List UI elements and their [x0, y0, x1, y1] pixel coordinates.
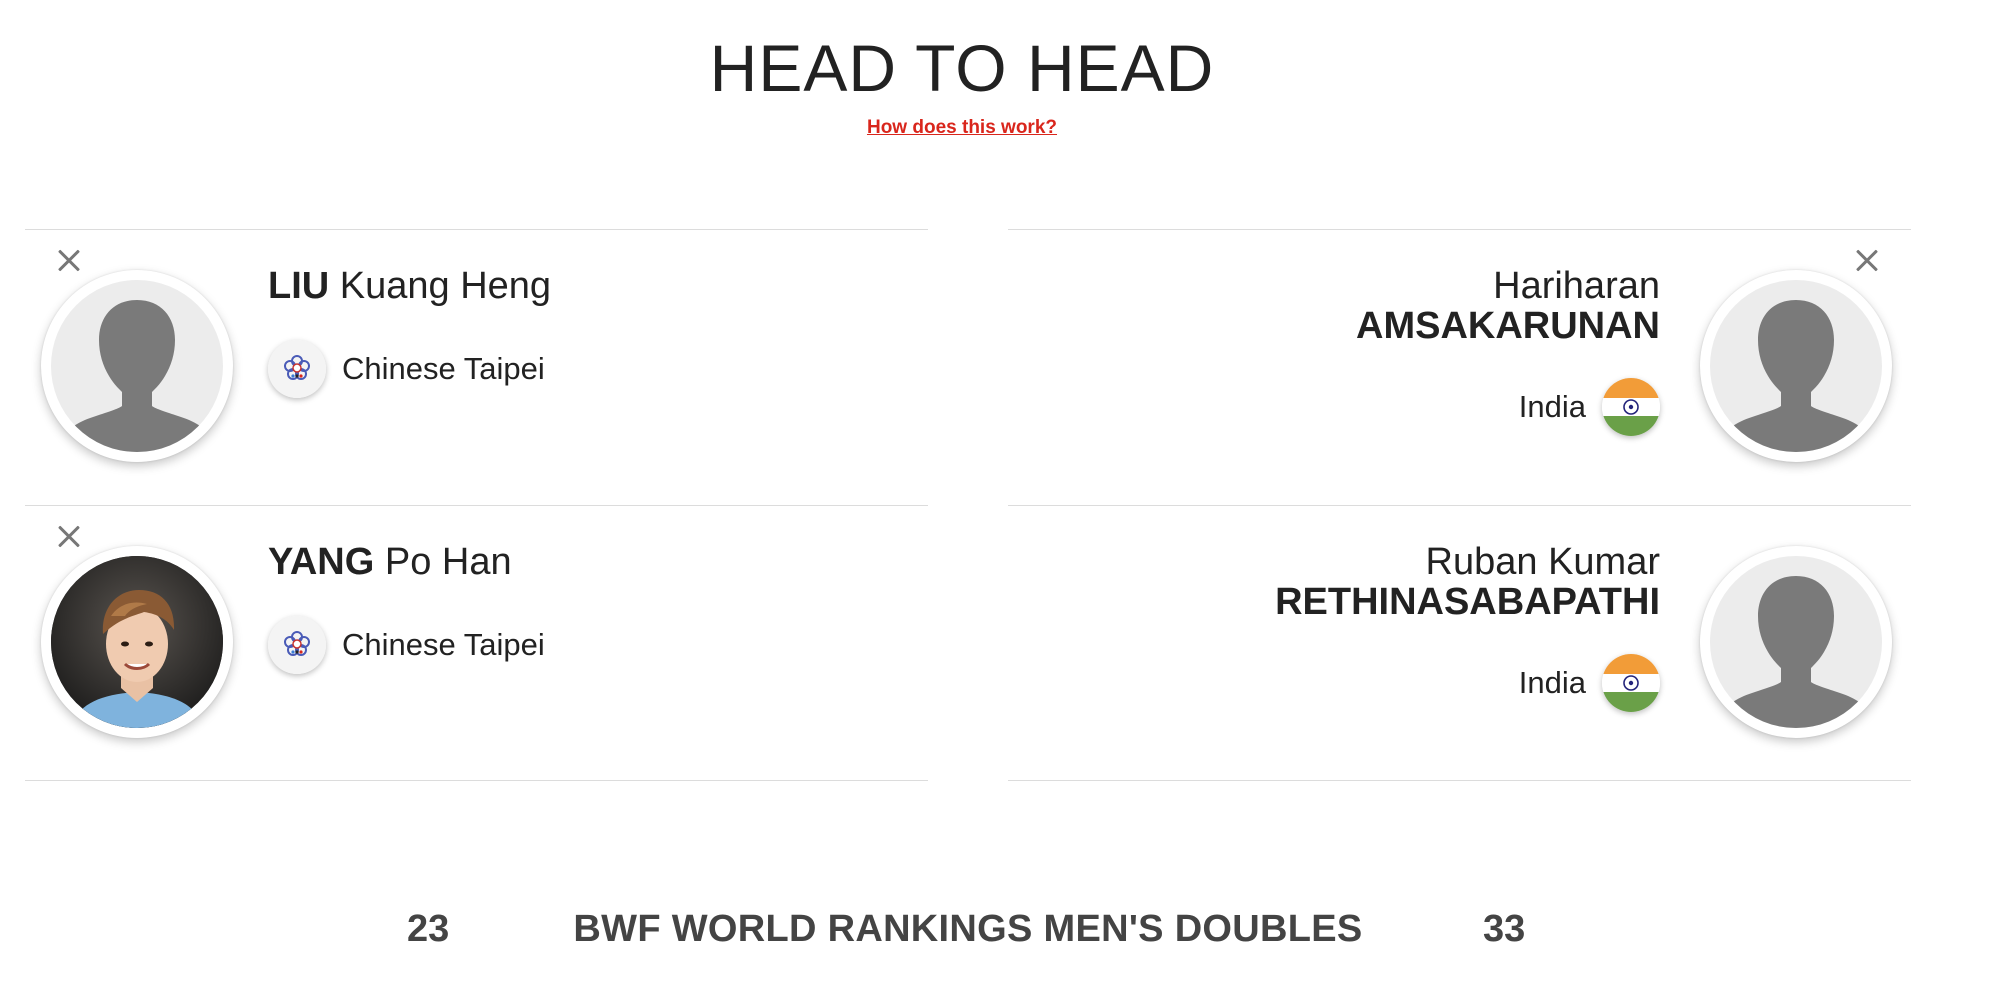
remove-player-close-icon[interactable] — [54, 246, 84, 276]
player-card-left-1: LIU Kuang Heng Chinese Taipei — [25, 230, 925, 502]
ranking-right-value: 33 — [1483, 908, 1526, 950]
ranking-title: BWF WORLD RANKINGS MEN'S DOUBLES — [573, 908, 1363, 950]
country: India — [1519, 378, 1660, 436]
country-name: Chinese Taipei — [342, 627, 545, 662]
player-name: Hariharan AMSAKARUNAN — [1356, 266, 1660, 346]
player-given-name: Po Han — [384, 541, 512, 583]
player-photo — [51, 556, 223, 728]
person-silhouette-icon — [1710, 280, 1882, 452]
avatar — [1700, 546, 1892, 738]
player-surname: YANG — [268, 541, 375, 583]
avatar — [41, 546, 233, 738]
country: Chinese Taipei — [268, 340, 545, 398]
chinese-taipei-flag-icon — [268, 340, 326, 398]
india-flag-icon — [1602, 654, 1660, 712]
player-surname: RETHINASABAPATHI — [1275, 581, 1660, 623]
person-silhouette-icon — [1710, 556, 1882, 728]
player-surname: AMSAKARUNAN — [1356, 305, 1660, 347]
avatar — [41, 270, 233, 462]
person-silhouette-icon — [51, 280, 223, 452]
remove-player-close-icon[interactable] — [54, 522, 84, 552]
player-card-right-2: Ruban Kumar RETHINASABAPATHI India — [1000, 506, 1900, 778]
how-does-this-work-link[interactable]: How does this work? — [0, 117, 1924, 139]
country-name: India — [1518, 665, 1586, 700]
avatar — [1700, 270, 1892, 462]
player-surname: LIU — [268, 265, 330, 307]
player-name: LIU Kuang Heng — [268, 265, 552, 308]
player-name: YANG Po Han — [268, 541, 512, 584]
country-name: Chinese Taipei — [342, 351, 545, 386]
page-title: HEAD TO HEAD — [709, 31, 1215, 105]
india-flag-icon — [1602, 378, 1660, 436]
remove-player-close-icon[interactable] — [1852, 246, 1882, 276]
country: Chinese Taipei — [268, 616, 545, 674]
player-given-name: Kuang Heng — [339, 265, 552, 307]
player-card-right-1: Hariharan AMSAKARUNAN India — [1000, 230, 1900, 502]
divider — [25, 780, 928, 781]
divider — [1008, 780, 1911, 781]
player-card-left-2: YANG Po Han Chinese Taipei — [25, 506, 925, 778]
chinese-taipei-flag-icon — [268, 616, 326, 674]
player-given-name: Ruban Kumar — [1425, 541, 1660, 583]
player-name: Ruban Kumar RETHINASABAPATHI — [1275, 542, 1660, 622]
country-name: India — [1518, 389, 1586, 424]
player-given-name: Hariharan — [1493, 265, 1660, 307]
country: India — [1519, 654, 1660, 712]
